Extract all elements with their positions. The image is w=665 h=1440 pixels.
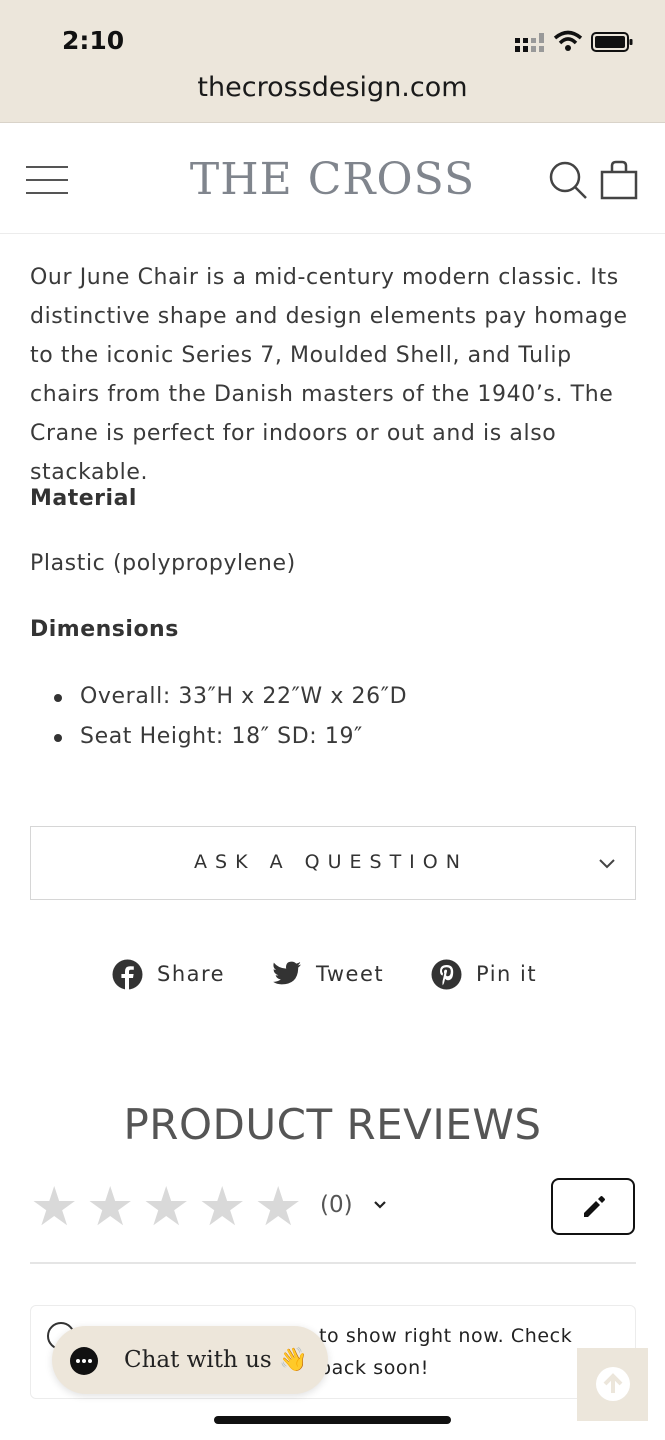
- star-empty-icon: ★: [142, 1175, 191, 1238]
- chevron-down-icon: [599, 859, 615, 869]
- facebook-share-label: Share: [157, 962, 226, 986]
- divider: [30, 1262, 636, 1264]
- star-empty-icon: ★: [30, 1175, 79, 1238]
- material-value: Plastic (polypropylene): [30, 551, 296, 576]
- browser-chrome: 2:10 thecrossdesign.com: [0, 0, 665, 123]
- material-heading: Material: [30, 486, 137, 511]
- cellular-signal-icon: [515, 33, 544, 52]
- twitter-icon: [273, 961, 301, 985]
- review-count[interactable]: (0): [320, 1192, 353, 1218]
- home-indicator: [214, 1416, 451, 1424]
- waving-hand-icon: 👋: [279, 1347, 308, 1373]
- ask-question-button[interactable]: ASK A QUESTION: [30, 826, 636, 900]
- cart-bag-icon[interactable]: [600, 160, 638, 200]
- dimensions-heading: Dimensions: [30, 617, 179, 642]
- dimensions-list: Overall: 33″H x 22″W x 26″D Seat Height:…: [30, 678, 630, 758]
- twitter-share-label: Tweet: [316, 962, 385, 986]
- address-bar-url[interactable]: thecrossdesign.com: [0, 72, 665, 103]
- list-item: Overall: 33″H x 22″W x 26″D: [30, 678, 630, 718]
- battery-icon: [591, 32, 633, 52]
- pencil-icon: [584, 1196, 605, 1217]
- wifi-icon: [553, 30, 583, 51]
- pinterest-icon: [431, 959, 462, 989]
- dimension-overall: Overall: 33″H x 22″W x 26″D: [80, 684, 408, 709]
- product-description: Our June Chair is a mid-century modern c…: [30, 265, 628, 485]
- social-share-row: Share Tweet Pin it: [0, 952, 665, 996]
- search-icon[interactable]: [548, 160, 588, 200]
- facebook-icon: [112, 959, 143, 990]
- twitter-share-button[interactable]: Tweet: [272, 952, 384, 996]
- dimension-seat-height: Seat Height: 18″ SD: 19″: [80, 724, 363, 749]
- bullet: [54, 734, 62, 742]
- write-review-button[interactable]: [551, 1178, 635, 1235]
- bullet: [54, 694, 62, 702]
- chat-label-group: Chat with us 👋: [124, 1346, 308, 1373]
- site-header: THE CROSS: [0, 124, 665, 234]
- pinterest-share-label: Pin it: [476, 962, 538, 986]
- star-empty-icon: ★: [86, 1175, 135, 1238]
- chat-bubble-icon: [70, 1347, 98, 1375]
- star-empty-icon: ★: [198, 1175, 247, 1238]
- reviews-heading: PRODUCT REVIEWS: [123, 1100, 542, 1149]
- chat-widget-button[interactable]: Chat with us 👋: [52, 1326, 328, 1394]
- back-to-top-button[interactable]: [577, 1348, 648, 1421]
- status-time: 2:10: [62, 26, 125, 55]
- chat-label: Chat with us: [124, 1347, 272, 1373]
- list-item: Seat Height: 18″ SD: 19″: [30, 718, 630, 758]
- chevron-down-icon[interactable]: [371, 1196, 389, 1214]
- arrow-up-circle-icon: [596, 1367, 630, 1401]
- star-empty-icon: ★: [254, 1175, 303, 1238]
- no-reviews-text: to show right now. Check back soon!: [319, 1325, 573, 1379]
- pinterest-share-button[interactable]: Pin it: [431, 952, 537, 996]
- star-rating: ★ ★ ★ ★ ★: [30, 1180, 310, 1234]
- facebook-share-button[interactable]: Share: [112, 952, 225, 996]
- ask-question-label: ASK A QUESTION: [194, 851, 468, 873]
